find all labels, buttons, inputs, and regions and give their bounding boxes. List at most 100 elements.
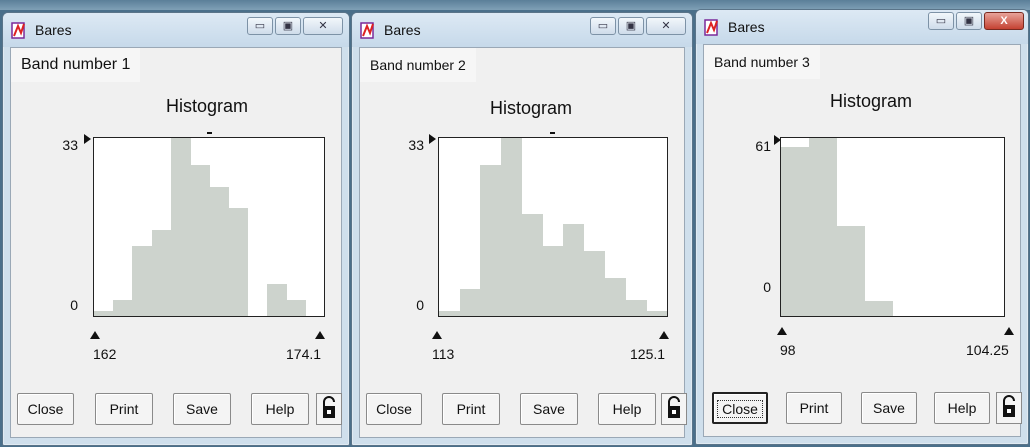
client-area: Band number 3 Histogram 61 0 98 104.25 C… <box>703 44 1022 437</box>
histogram-bar <box>189 165 210 316</box>
button-row: Close Print Save Help <box>11 393 342 427</box>
y-max-label: 33 <box>408 137 424 153</box>
y-min-label: 0 <box>763 279 771 295</box>
histogram-bar <box>151 230 172 316</box>
histogram-bar <box>480 165 502 316</box>
help-button-label: Help <box>947 400 977 416</box>
band-label: Band number 3 <box>704 45 820 79</box>
lock-icon <box>323 396 335 418</box>
y-max-label: 61 <box>755 138 771 154</box>
app-icon <box>704 19 718 36</box>
client-area: Band number 2 Histogram 33 0 113 125.1 C… <box>359 47 687 438</box>
histogram-bar <box>285 300 306 316</box>
minimize-button[interactable]: ▭ <box>928 12 954 30</box>
window-title: Bares <box>35 22 72 38</box>
title-marker <box>550 132 555 134</box>
histogram-bar <box>228 208 249 316</box>
window-title: Bares <box>728 19 765 35</box>
print-button-label: Print <box>456 401 486 417</box>
histogram-bar <box>132 246 153 316</box>
y-min-label: 0 <box>70 297 78 313</box>
histogram-bar <box>604 278 626 316</box>
title-bar[interactable]: Bares ▭ ▣ X <box>696 10 1028 44</box>
histogram-bar <box>646 311 668 316</box>
print-button-label: Print <box>109 401 139 417</box>
histogram-bar <box>836 226 865 316</box>
histogram-bar <box>542 246 564 316</box>
histogram-bar <box>808 138 837 316</box>
bares-window-3: Bares ▭ ▣ X Band number 3 Histogram 61 0… <box>695 9 1029 445</box>
close-button-label: Close <box>376 401 412 417</box>
save-button-label: Save <box>186 401 218 417</box>
histogram-bar <box>94 311 114 316</box>
close-button[interactable]: Close <box>17 393 74 425</box>
close-window-button[interactable]: ✕ <box>646 17 686 35</box>
bares-window-1: Bares ▭ ▣ ✕ Band number 1 Histogram 33 0… <box>2 12 350 446</box>
x-max-label: 125.1 <box>630 346 666 362</box>
print-button[interactable]: Print <box>442 393 500 425</box>
histogram-bar <box>209 187 229 316</box>
lock-button[interactable] <box>316 393 342 425</box>
help-button[interactable]: Help <box>934 392 990 424</box>
minimize-button[interactable]: ▭ <box>247 17 273 35</box>
x-min-marker-icon[interactable] <box>777 327 787 335</box>
histogram-bar <box>781 147 809 316</box>
histogram-bar <box>266 284 287 316</box>
close-window-button[interactable]: ✕ <box>303 17 343 35</box>
lock-icon <box>668 396 680 418</box>
bares-window-2: Bares ▭ ▣ ✕ Band number 2 Histogram 33 0… <box>351 12 693 446</box>
x-min-marker-icon[interactable] <box>432 331 442 339</box>
app-icon <box>360 22 374 39</box>
x-min-label: 98 <box>780 342 796 358</box>
help-button[interactable]: Help <box>251 393 309 425</box>
histogram-bar <box>864 301 893 316</box>
x-max-marker-icon[interactable] <box>315 331 325 339</box>
close-button-label: Close <box>27 401 64 417</box>
client-area: Band number 1 Histogram 33 0 162 174.1 C… <box>10 47 342 438</box>
window-title: Bares <box>384 22 421 38</box>
save-button-label: Save <box>533 401 565 417</box>
title-bar[interactable]: Bares ▭ ▣ ✕ <box>3 13 349 47</box>
maximize-button[interactable]: ▣ <box>956 12 982 30</box>
histogram-plot <box>780 137 1005 317</box>
y-max-label: 33 <box>62 137 78 153</box>
x-min-label: 162 <box>93 346 117 362</box>
close-button[interactable]: Close <box>366 393 422 425</box>
lock-button[interactable] <box>996 392 1022 424</box>
y-max-marker-icon <box>429 134 436 144</box>
button-row: Close Print Save Help <box>360 393 687 427</box>
save-button[interactable]: Save <box>520 393 578 425</box>
x-max-marker-icon[interactable] <box>659 331 669 339</box>
histogram-bar <box>459 289 481 316</box>
help-button-label: Help <box>612 401 642 417</box>
close-window-button[interactable]: X <box>984 12 1024 30</box>
close-button[interactable]: Close <box>712 392 768 424</box>
title-bar[interactable]: Bares ▭ ▣ ✕ <box>352 13 692 47</box>
histogram-bar <box>170 138 191 316</box>
lock-icon <box>1003 395 1015 417</box>
print-button[interactable]: Print <box>95 393 153 425</box>
y-max-marker-icon <box>84 134 91 144</box>
lock-button[interactable] <box>661 393 687 425</box>
minimize-button[interactable]: ▭ <box>590 17 616 35</box>
app-icon <box>11 22 25 39</box>
help-button[interactable]: Help <box>598 393 656 425</box>
x-max-marker-icon[interactable] <box>1004 327 1014 335</box>
histogram-title: Histogram <box>490 98 573 118</box>
maximize-button[interactable]: ▣ <box>275 17 301 35</box>
x-min-label: 113 <box>432 346 455 362</box>
band-label: Band number 1 <box>11 48 141 82</box>
histogram-bar <box>113 300 134 316</box>
close-button-label: Close <box>717 400 763 418</box>
histogram-bar <box>584 251 606 316</box>
save-button[interactable]: Save <box>173 393 231 425</box>
x-min-marker-icon[interactable] <box>90 331 100 339</box>
save-button[interactable]: Save <box>861 392 917 424</box>
histogram-bar <box>501 138 523 316</box>
maximize-button[interactable]: ▣ <box>618 17 644 35</box>
band-label: Band number 2 <box>360 48 476 82</box>
histogram-bar <box>625 300 647 316</box>
help-button-label: Help <box>265 401 295 417</box>
print-button[interactable]: Print <box>786 392 842 424</box>
histogram-title: Histogram <box>830 91 913 111</box>
